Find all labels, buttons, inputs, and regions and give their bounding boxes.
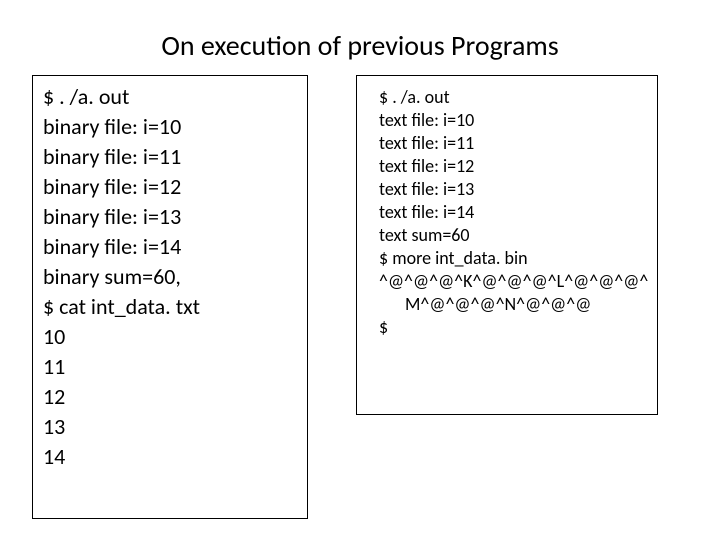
terminal-prompt: $ <box>379 316 643 339</box>
terminal-line: 14 <box>43 442 297 472</box>
terminal-line: text file: i=11 <box>379 132 643 155</box>
terminal-line: text sum=60 <box>379 224 643 247</box>
terminal-line: binary file: i=12 <box>43 172 297 202</box>
terminal-line: $ . /a. out <box>43 82 297 112</box>
terminal-line: 11 <box>43 352 297 382</box>
right-output-panel: $ . /a. out text file: i=10 text file: i… <box>356 75 658 415</box>
terminal-line: 12 <box>43 382 297 412</box>
page-title: On execution of previous Programs <box>32 28 688 63</box>
terminal-line: binary file: i=10 <box>43 112 297 142</box>
terminal-line: binary file: i=11 <box>43 142 297 172</box>
terminal-line: ^@^@^@^K^@^@^@^L^@^@^@^ <box>379 270 643 293</box>
terminal-line: 13 <box>43 412 297 442</box>
terminal-line: 10 <box>43 322 297 352</box>
terminal-line: $ more int_data. bin <box>379 247 643 270</box>
terminal-line: text file: i=14 <box>379 201 643 224</box>
terminal-line: binary sum=60, <box>43 262 297 292</box>
terminal-line: $ cat int_data. txt <box>43 292 297 322</box>
content-columns: $ . /a. out binary file: i=10 binary fil… <box>32 75 688 519</box>
left-output-panel: $ . /a. out binary file: i=10 binary fil… <box>32 75 308 519</box>
terminal-line: text file: i=13 <box>379 178 643 201</box>
terminal-line: $ . /a. out <box>379 86 643 109</box>
terminal-line-wrap: M^@^@^@^N^@^@^@ <box>379 293 643 316</box>
terminal-line: text file: i=12 <box>379 155 643 178</box>
terminal-line: text file: i=10 <box>379 109 643 132</box>
slide: On execution of previous Programs $ . /a… <box>0 0 720 540</box>
terminal-line: binary file: i=13 <box>43 202 297 232</box>
terminal-line: binary file: i=14 <box>43 232 297 262</box>
